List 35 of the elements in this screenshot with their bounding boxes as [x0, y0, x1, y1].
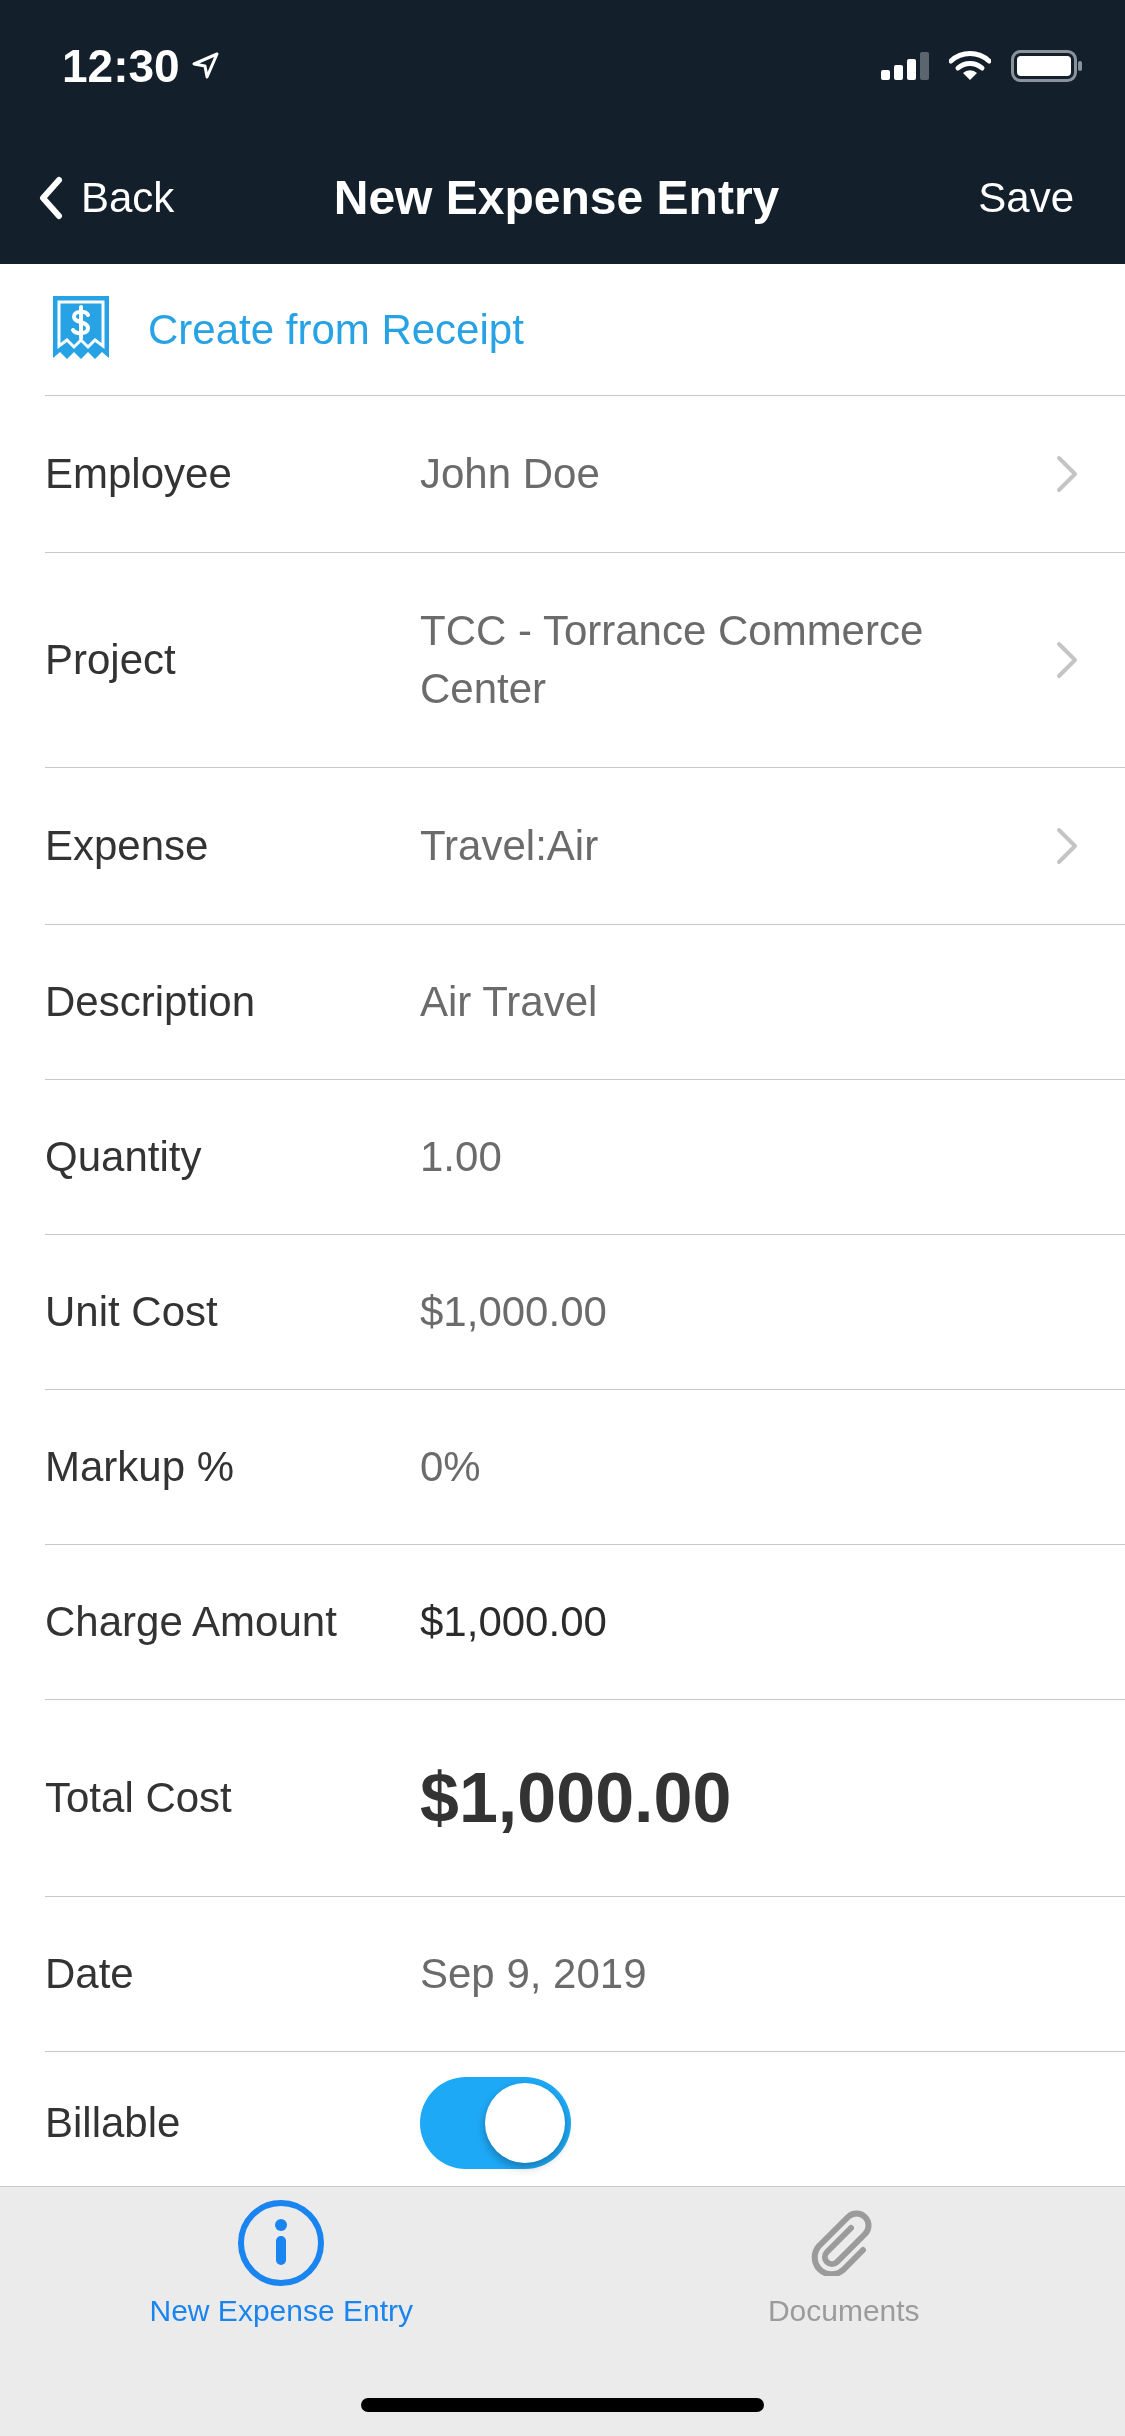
signal-icon — [881, 52, 929, 80]
screen-title: New Expense Entry — [333, 170, 780, 226]
amount-text: $1,000.00 — [420, 1597, 607, 1647]
field-label: Unit Cost — [45, 1287, 219, 1337]
status-time: 12:30 — [62, 39, 180, 94]
field-label: Charge Amount — [45, 1597, 338, 1647]
save-button[interactable]: Save — [978, 170, 1074, 226]
chevron-icon — [1056, 827, 1078, 865]
text-field[interactable]: Sep 9, 2019 — [420, 1946, 647, 2002]
field-label: Project — [45, 635, 177, 685]
field-label: Employee — [45, 449, 233, 499]
picker-field[interactable]: John Doe — [420, 445, 1078, 503]
picker-field[interactable]: Travel:Air — [420, 817, 1078, 875]
text-field[interactable]: 1.00 — [420, 1129, 502, 1185]
field-label: Date — [45, 1949, 135, 1999]
field-label: Markup % — [45, 1442, 236, 1492]
field-label: Description — [45, 977, 257, 1027]
total-amount: $1,000.00 — [420, 1758, 732, 1839]
field-label: Billable — [45, 2098, 182, 2148]
text-field[interactable]: Air Travel — [420, 974, 598, 1030]
chevron-icon — [1056, 455, 1078, 493]
wifi-icon — [949, 51, 991, 81]
text-field[interactable]: 0% — [420, 1439, 481, 1495]
picker-field[interactable]: TCC - Torrance Commerce Center — [420, 602, 1078, 718]
field-label: Expense — [45, 821, 210, 871]
create-from-receipt-link[interactable]: Create from Receipt — [53, 295, 524, 364]
chevron-icon — [1056, 641, 1078, 679]
battery-icon — [1011, 50, 1083, 82]
back-button[interactable]: Back — [39, 170, 175, 226]
tab-item[interactable]: New Expense Entry — [149, 2199, 413, 2331]
text-field[interactable]: $1,000.00 — [420, 1284, 607, 1340]
field-label: Quantity — [45, 1132, 203, 1182]
back-chevron-icon — [39, 176, 63, 220]
field-label: Total Cost — [45, 1773, 233, 1823]
info-icon — [237, 2199, 326, 2287]
